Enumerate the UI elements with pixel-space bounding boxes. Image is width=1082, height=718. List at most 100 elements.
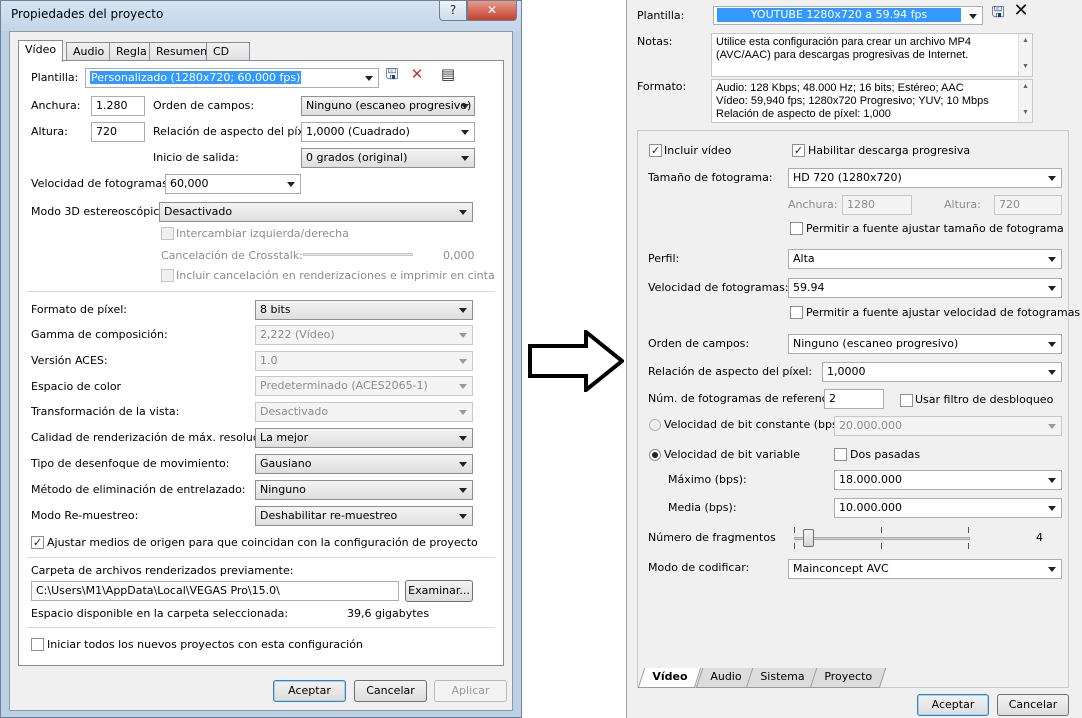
- allow-rate-checkbox[interactable]: [790, 306, 803, 319]
- tab-audio-label: Audio: [710, 670, 742, 683]
- encode-mode-combo[interactable]: Mainconcept AVC: [788, 559, 1062, 579]
- format-label: Formato:: [637, 80, 687, 93]
- frame-rate-combo[interactable]: 59.94: [788, 278, 1062, 298]
- tab-project[interactable]: Proyecto: [809, 668, 887, 688]
- height-input[interactable]: 720: [91, 122, 145, 142]
- ok-button[interactable]: Aceptar: [917, 694, 989, 716]
- profile-combo[interactable]: Alta: [788, 249, 1062, 269]
- output-rotation-value: 0 grados (original): [306, 151, 408, 164]
- custom-settings-icon[interactable]: ▤: [439, 65, 457, 83]
- field-order-combo[interactable]: Ninguno (escaneo progresivo): [788, 334, 1062, 354]
- deblock-label: Usar filtro de desbloqueo: [915, 393, 1054, 406]
- template-combo[interactable]: Personalizado (1280x720; 60,000 fps): [85, 68, 379, 88]
- motion-blur-combo[interactable]: Gausiano: [255, 454, 473, 474]
- tab-ruler[interactable]: Regla: [109, 42, 154, 61]
- width-label: Anchura:: [31, 99, 81, 112]
- vbr-radio[interactable]: [649, 449, 661, 461]
- ok-button[interactable]: Aceptar: [273, 680, 346, 702]
- two-pass-checkbox[interactable]: [834, 448, 847, 461]
- pixel-aspect-combo[interactable]: 1,0000 (Cuadrado): [301, 122, 475, 142]
- help-button[interactable]: ?: [439, 1, 467, 21]
- include-video-checkbox[interactable]: ✓: [649, 144, 662, 157]
- cancel-button[interactable]: Cancelar: [354, 680, 427, 702]
- compositing-gamma-combo[interactable]: 2,222 (Vídeo): [255, 325, 473, 345]
- cbr-label: Velocidad de bit constante (bps):: [664, 418, 846, 431]
- template-combo[interactable]: YOUTUBE 1280x720 a 59.94 fps: [713, 6, 983, 25]
- max-bitrate-combo[interactable]: 18.000.000: [834, 470, 1062, 490]
- tab-audio[interactable]: Audio: [66, 42, 112, 61]
- apply-button[interactable]: Aplicar: [434, 680, 507, 702]
- ref-frames-input[interactable]: 2: [824, 389, 884, 409]
- notes-text[interactable]: Utilice esta configuración para crear un…: [711, 33, 1033, 77]
- output-rotation-combo[interactable]: 0 grados (original): [301, 148, 475, 168]
- progressive-dl-checkbox[interactable]: ✓: [792, 144, 805, 157]
- tab-summary[interactable]: Resumen: [149, 42, 215, 61]
- deblock-checkbox[interactable]: [900, 394, 913, 407]
- chevron-down-icon: [1048, 370, 1056, 375]
- delete-icon[interactable]: ✕: [408, 65, 426, 83]
- divider: [27, 291, 495, 292]
- pixel-aspect-value: 1,0000 (Cuadrado): [306, 125, 410, 138]
- cancel-button[interactable]: Cancelar: [997, 694, 1069, 716]
- deinterlace-combo[interactable]: Ninguno: [255, 480, 473, 500]
- slider-tick: [794, 543, 795, 549]
- pixel-format-combo[interactable]: 8 bits: [255, 300, 473, 320]
- project-properties-dialog: Propiedades del proyecto ? ✕ Vídeo Audio…: [0, 0, 522, 718]
- avg-bitrate-label: Media (bps):: [668, 501, 737, 514]
- color-space-combo[interactable]: Predeterminado (ACES2065-1): [255, 376, 473, 396]
- tab-video[interactable]: Vídeo: [18, 40, 64, 62]
- tab-video[interactable]: Vídeo: [637, 668, 702, 688]
- pixel-aspect-combo[interactable]: 1,0000: [822, 362, 1062, 382]
- scrollbar[interactable]: ▲ ▼: [1018, 80, 1032, 122]
- frame-size-value: HD 720 (1280x720): [793, 171, 902, 184]
- aces-version-combo[interactable]: 1.0: [255, 351, 473, 371]
- allow-size-label: Permitir a fuente ajustar tamaño de foto…: [806, 222, 1064, 235]
- ref-frames-label: Núm. de fotogramas de referencia:: [648, 392, 842, 405]
- notes-label: Notas:: [637, 35, 673, 48]
- save-icon[interactable]: 🖫: [989, 3, 1007, 21]
- template-value: YOUTUBE 1280x720 a 59.94 fps: [717, 8, 961, 22]
- slider-thumb[interactable]: [803, 529, 814, 547]
- frame-size-combo[interactable]: HD 720 (1280x720): [788, 168, 1062, 188]
- resample-combo[interactable]: Deshabilitar re-muestreo: [255, 506, 473, 526]
- browse-button[interactable]: Examinar...: [405, 580, 473, 602]
- stereo-combo[interactable]: Desactivado: [159, 202, 473, 222]
- render-quality-combo[interactable]: La mejor: [255, 428, 473, 448]
- pixel-aspect-label: Relación de aspecto del píxel:: [648, 365, 813, 378]
- cbr-radio[interactable]: [649, 419, 661, 431]
- field-order-combo[interactable]: Ninguno (escaneo progresivo): [301, 96, 475, 116]
- deinterlace-value: Ninguno: [260, 483, 306, 496]
- cbr-combo[interactable]: 20.000.000: [834, 416, 1062, 436]
- avg-bitrate-combo[interactable]: 10.000.000: [834, 498, 1062, 518]
- allow-size-checkbox[interactable]: [790, 222, 803, 235]
- frame-rate-combo[interactable]: 60,000: [165, 174, 301, 194]
- dialog-title: Propiedades del proyecto: [11, 7, 164, 21]
- scrollbar[interactable]: ▲ ▼: [1018, 34, 1032, 76]
- save-icon[interactable]: 🖫: [383, 65, 401, 83]
- chevron-down-icon: [459, 359, 467, 364]
- width-input[interactable]: 1.280: [91, 96, 145, 116]
- tab-system[interactable]: Sistema: [745, 668, 819, 688]
- view-transform-combo[interactable]: Desactivado: [255, 402, 473, 422]
- video-tab-panel: Plantilla: Personalizado (1280x720; 60,0…: [18, 60, 504, 666]
- close-button[interactable]: ✕: [467, 1, 517, 21]
- prerender-folder-input[interactable]: C:\Users\M1\AppData\Local\VEGAS Pro\15.0…: [31, 581, 399, 601]
- height-label: Altura:: [31, 125, 68, 138]
- start-all-checkbox[interactable]: [31, 638, 44, 651]
- field-order-value: Ninguno (escaneo progresivo): [306, 99, 472, 112]
- height-label: Altura:: [944, 198, 981, 211]
- compositing-gamma-value: 2,222 (Vídeo): [260, 328, 335, 341]
- slider-tick: [968, 543, 969, 549]
- divider: [27, 627, 495, 628]
- start-all-label: Iniciar todos los nuevos proyectos con e…: [47, 638, 363, 651]
- pixel-format-label: Formato de píxel:: [31, 303, 127, 316]
- delete-icon[interactable]: ✕: [1012, 2, 1030, 20]
- crosstalk-slider[interactable]: [303, 253, 413, 256]
- adjust-media-checkbox[interactable]: ✓: [31, 536, 44, 549]
- width-input[interactable]: 1280: [842, 195, 912, 215]
- tab-audio-cd[interactable]: CD de audio: [206, 42, 251, 92]
- swap-lr-checkbox[interactable]: [161, 227, 174, 240]
- height-input[interactable]: 720: [994, 195, 1062, 215]
- crosstalk-render-checkbox[interactable]: [161, 269, 174, 282]
- slices-label: Número de fragmentos: [648, 531, 776, 544]
